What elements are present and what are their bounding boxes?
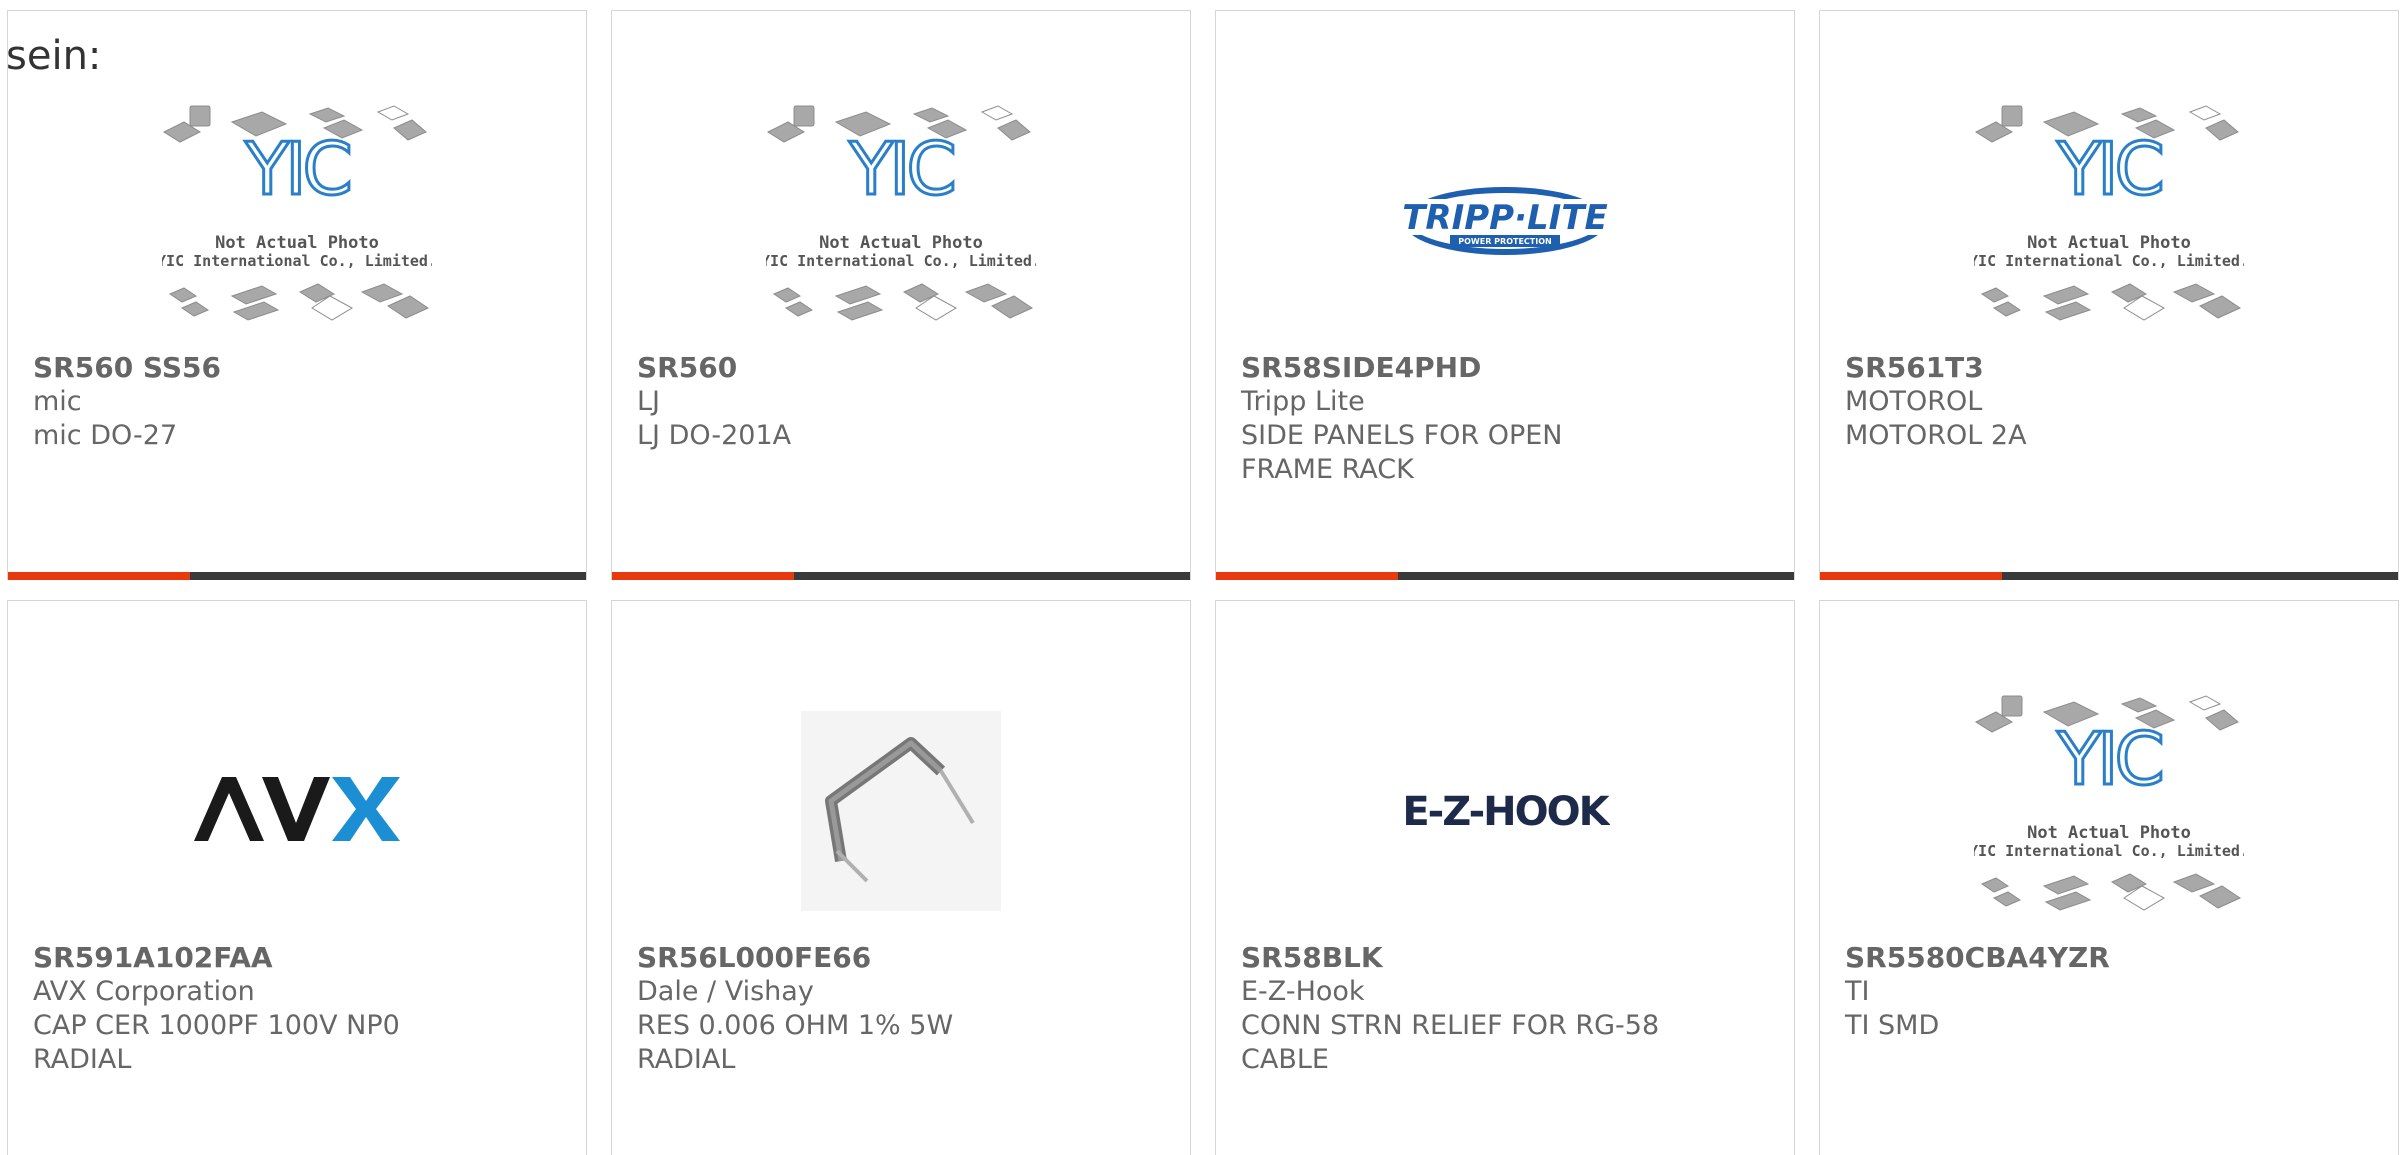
card-bottom-bar [8, 572, 586, 580]
product-card[interactable]: TRIPP·LITE POWER PROTECTION SR58SIDE4PHD… [1215, 10, 1795, 580]
svg-text:YIC International Co., Limited: YIC International Co., Limited. [766, 252, 1036, 270]
product-card[interactable]: SR591A102FAA AVX Corporation CAP CER 100… [7, 600, 587, 1155]
svg-text:Not Actual Photo: Not Actual Photo [215, 233, 379, 253]
svg-text:E-Z-HOOK: E-Z-HOOK [1402, 789, 1610, 835]
product-image-placeholder: YIC Not Actual Photo YIC International C… [1820, 681, 2398, 941]
product-card[interactable]: E-Z-HOOK SR58BLK E-Z-Hook CONN STRN RELI… [1215, 600, 1795, 1155]
part-number[interactable]: SR58SIDE4PHD [1241, 351, 1769, 385]
manufacturer: mic [33, 386, 82, 417]
tripp-lite-logo: TRIPP·LITE POWER PROTECTION [1216, 91, 1794, 351]
svg-text:Not Actual Photo: Not Actual Photo [2027, 233, 2191, 253]
card-accent-bar [1216, 572, 1398, 580]
manufacturer: E-Z-Hook [1241, 976, 1365, 1007]
card-bottom-bar [612, 572, 1190, 580]
svg-text:TRIPP·LITE: TRIPP·LITE [1402, 198, 1608, 238]
product-info: SR58BLK E-Z-Hook CONN STRN RELIEF FOR RG… [1241, 941, 1769, 1077]
svg-text:YIC: YIC [848, 127, 953, 211]
product-grid-page: sein: YIC Not Actual Photo YIC Internati… [0, 0, 2400, 1155]
card-accent-bar [8, 572, 190, 580]
svg-text:POWER PROTECTION: POWER PROTECTION [1458, 237, 1551, 246]
part-number[interactable]: SR561T3 [1845, 351, 2373, 385]
svg-text:YIC International Co., Limited: YIC International Co., Limited. [162, 252, 432, 270]
card-accent-bar [1820, 572, 2002, 580]
manufacturer: LJ [637, 386, 661, 417]
part-number[interactable]: SR560 SS56 [33, 351, 561, 385]
ez-hook-logo: E-Z-HOOK [1216, 681, 1794, 941]
product-description: CAP CER 1000PF 100V NP0 RADIAL [33, 1010, 400, 1075]
part-number[interactable]: SR560 [637, 351, 1165, 385]
svg-text:YIC: YIC [2056, 127, 2161, 211]
card-bottom-bar [1820, 572, 2398, 580]
product-card[interactable]: YIC Not Actual Photo YIC International C… [7, 10, 587, 580]
manufacturer: Dale / Vishay [637, 976, 814, 1007]
manufacturer: MOTOROL [1845, 386, 1983, 417]
product-description: TI SMD [1845, 1010, 1940, 1041]
product-card[interactable]: YIC Not Actual Photo YIC International C… [1819, 600, 2399, 1155]
product-card[interactable]: YIC Not Actual Photo YIC International C… [611, 10, 1191, 580]
card-accent-bar [612, 572, 794, 580]
product-card[interactable]: SR56L000FE66 Dale / Vishay RES 0.006 OHM… [611, 600, 1191, 1155]
manufacturer: AVX Corporation [33, 976, 255, 1007]
intro-text: sein: [6, 33, 102, 79]
svg-text:YIC International Co., Limited: YIC International Co., Limited. [1974, 842, 2244, 860]
product-description: RES 0.006 OHM 1% 5W RADIAL [637, 1010, 954, 1075]
product-info: SR58SIDE4PHD Tripp Lite SIDE PANELS FOR … [1241, 351, 1769, 487]
product-info: SR591A102FAA AVX Corporation CAP CER 100… [33, 941, 561, 1077]
part-number[interactable]: SR56L000FE66 [637, 941, 1165, 975]
product-description: MOTOROL 2A [1845, 420, 2027, 451]
product-image-placeholder: YIC Not Actual Photo YIC International C… [612, 91, 1190, 351]
manufacturer: Tripp Lite [1241, 386, 1365, 417]
product-image-placeholder: YIC Not Actual Photo YIC International C… [8, 91, 586, 351]
svg-text:YIC: YIC [244, 127, 349, 211]
svg-text:Not Actual Photo: Not Actual Photo [819, 233, 983, 253]
avx-logo [8, 681, 586, 941]
product-image-placeholder: YIC Not Actual Photo YIC International C… [1820, 91, 2398, 351]
product-info: SR5580CBA4YZR TI TI SMD [1845, 941, 2373, 1043]
part-number[interactable]: SR58BLK [1241, 941, 1769, 975]
product-description: LJ DO-201A [637, 420, 792, 451]
product-info: SR56L000FE66 Dale / Vishay RES 0.006 OHM… [637, 941, 1165, 1077]
resistor-photo [612, 681, 1190, 941]
manufacturer: TI [1845, 976, 1870, 1007]
card-bottom-bar [1216, 572, 1794, 580]
product-description: SIDE PANELS FOR OPEN FRAME RACK [1241, 420, 1563, 485]
part-number[interactable]: SR5580CBA4YZR [1845, 941, 2373, 975]
svg-text:YIC International Co., Limited: YIC International Co., Limited. [1974, 252, 2244, 270]
product-info: SR560 LJ LJ DO-201A [637, 351, 1165, 453]
product-info: SR561T3 MOTOROL MOTOROL 2A [1845, 351, 2373, 453]
svg-text:Not Actual Photo: Not Actual Photo [2027, 823, 2191, 843]
part-number[interactable]: SR591A102FAA [33, 941, 561, 975]
product-card[interactable]: YIC Not Actual Photo YIC International C… [1819, 10, 2399, 580]
product-description: CONN STRN RELIEF FOR RG-58 CABLE [1241, 1010, 1660, 1075]
product-description: mic DO-27 [33, 420, 178, 451]
product-info: SR560 SS56 mic mic DO-27 [33, 351, 561, 453]
svg-text:YIC: YIC [2056, 717, 2161, 801]
